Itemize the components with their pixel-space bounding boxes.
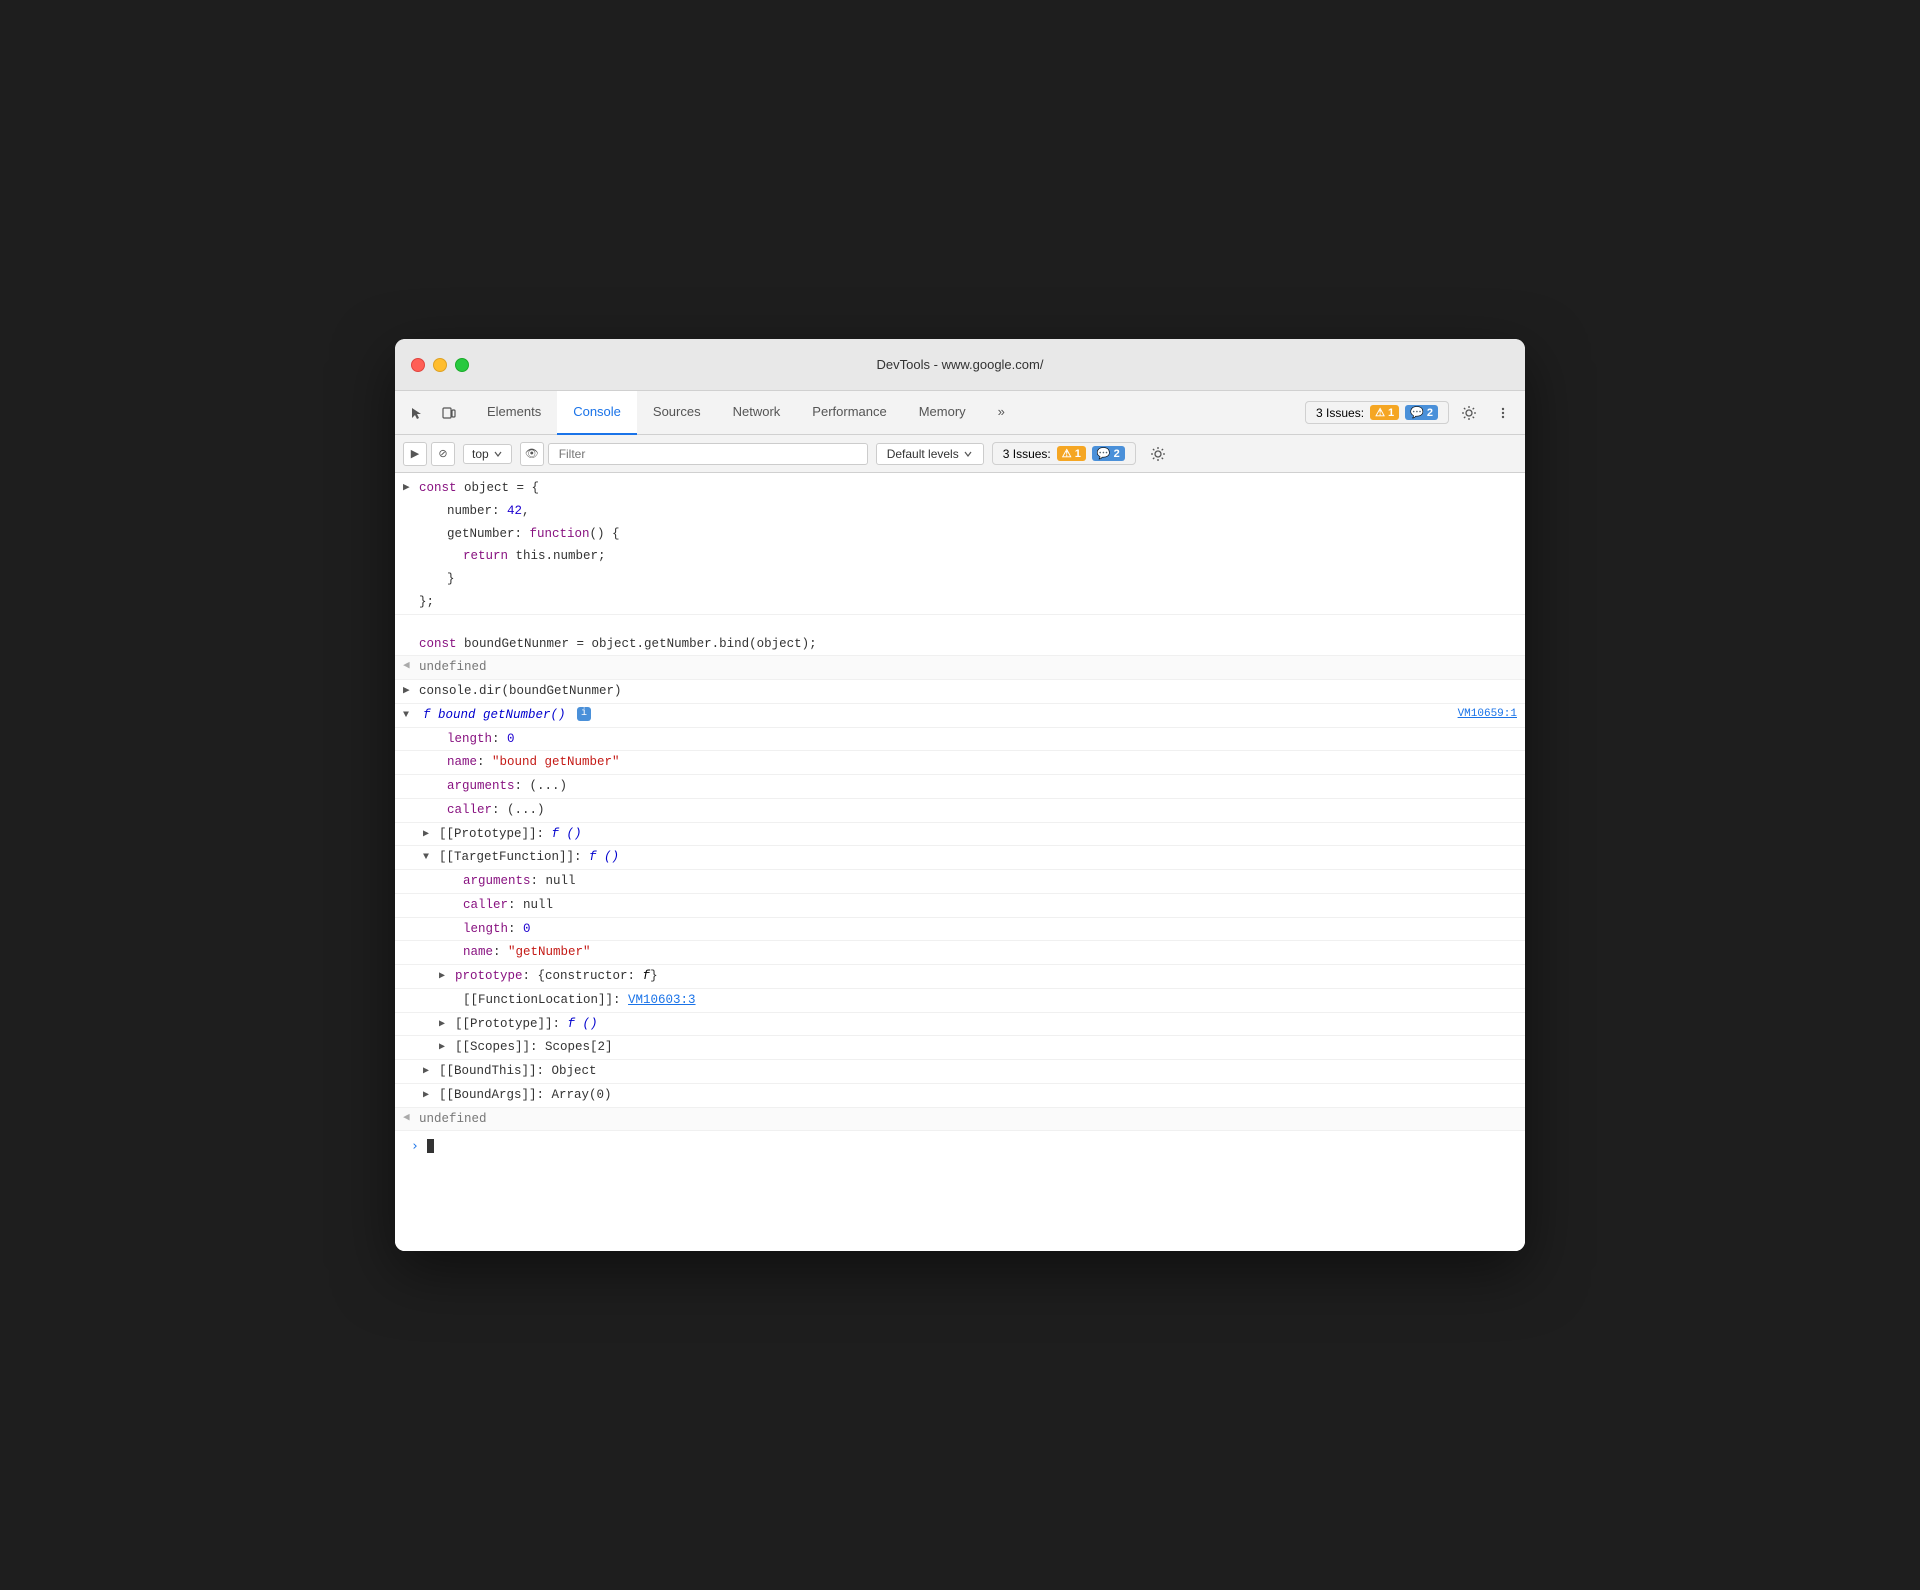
tab-performance[interactable]: Performance [796, 391, 902, 435]
device-icon[interactable] [435, 399, 463, 427]
context-selector[interactable]: top [463, 444, 512, 464]
tab-elements[interactable]: Elements [471, 391, 557, 435]
devtools-body: Elements Console Sources Network Perform… [395, 391, 1525, 1251]
chevron-down-icon [493, 449, 503, 459]
list-item: return this.number; [395, 545, 1525, 568]
traffic-lights [411, 358, 469, 372]
tab-sources[interactable]: Sources [637, 391, 717, 435]
tree-toggle[interactable]: ▼ [403, 708, 409, 723]
minimize-button[interactable] [433, 358, 447, 372]
tab-memory[interactable]: Memory [903, 391, 982, 435]
list-item: ▶ [[Prototype]]: f () [395, 823, 1525, 847]
list-item: [[FunctionLocation]]: VM10603:3 [395, 989, 1525, 1013]
list-item: getNumber: function() { [395, 523, 1525, 546]
warn-badge-toolbar: ⚠ 1 [1057, 446, 1086, 461]
more-options-icon[interactable] [1489, 399, 1517, 427]
list-item: ▶ prototype: {constructor: f} [395, 965, 1525, 989]
list-item: ▶ [[Prototype]]: f () [395, 1013, 1525, 1037]
vm-ref[interactable]: VM10659:1 [1458, 706, 1517, 723]
list-item: arguments: null [395, 870, 1525, 894]
settings-console-icon[interactable] [1144, 440, 1172, 468]
tabs-left-icons [403, 399, 463, 427]
list-item: ▼ [[TargetFunction]]: f () [395, 846, 1525, 870]
console-output[interactable]: ▶ const object = { number: 42, getNumber… [395, 473, 1525, 1251]
list-item: ▶ [[Scopes]]: Scopes[2] [395, 1036, 1525, 1060]
issues-badge[interactable]: 3 Issues: ⚠ 1 💬 2 [1305, 401, 1449, 424]
toolbar-issues-badge[interactable]: 3 Issues: ⚠ 1 💬 2 [992, 442, 1136, 465]
list-item: caller: (...) [395, 799, 1525, 823]
list-item [395, 615, 1525, 633]
list-item: ▼ f bound getNumber() i VM10659:1 [395, 704, 1525, 728]
list-item: const boundGetNunmer = object.getNumber.… [395, 633, 1525, 657]
tab-more[interactable]: » [982, 391, 1021, 435]
vm-location-link[interactable]: VM10603:3 [628, 993, 696, 1007]
tree-toggle[interactable]: ▶ [423, 827, 429, 842]
expand-arrow[interactable]: ▶ [403, 480, 410, 497]
tree-toggle[interactable]: ▶ [439, 969, 445, 984]
list-item: name: "bound getNumber" [395, 751, 1525, 775]
list-item: ▶ const object = { [395, 477, 1525, 500]
tree-toggle[interactable]: ▶ [423, 1064, 429, 1079]
context-label: top [472, 447, 489, 461]
info-badge: 💬 2 [1405, 405, 1438, 420]
list-item: ▶ [[BoundArgs]]: Array(0) [395, 1084, 1525, 1108]
titlebar: DevTools - www.google.com/ [395, 339, 1525, 391]
run-icon[interactable]: ▶ [403, 442, 427, 466]
tree-toggle[interactable]: ▶ [439, 1040, 445, 1055]
info-badge-toolbar: 💬 2 [1092, 446, 1125, 461]
filter-input[interactable] [548, 443, 868, 465]
warn-badge: ⚠ 1 [1370, 405, 1399, 420]
console-input-row: › [395, 1131, 1525, 1161]
info-icon[interactable]: i [577, 707, 591, 721]
tabs-list: Elements Console Sources Network Perform… [471, 391, 1305, 435]
devtools-window: DevTools - www.google.com/ [395, 339, 1525, 1251]
list-item: ◀ undefined [395, 656, 1525, 680]
list-item: arguments: (...) [395, 775, 1525, 799]
list-item: } [395, 568, 1525, 591]
maximize-button[interactable] [455, 358, 469, 372]
list-item: }; [395, 591, 1525, 615]
eye-icon[interactable]: 👁 [520, 442, 544, 466]
console-prompt: › [411, 1137, 419, 1157]
tabs-bar: Elements Console Sources Network Perform… [395, 391, 1525, 435]
clear-icon[interactable]: ⊘ [431, 442, 455, 466]
close-button[interactable] [411, 358, 425, 372]
tabs-right: 3 Issues: ⚠ 1 💬 2 [1305, 399, 1517, 427]
expand-arrow[interactable]: ▶ [403, 683, 410, 700]
list-item: number: 42, [395, 500, 1525, 523]
cursor-icon[interactable] [403, 399, 431, 427]
list-item: length: 0 [395, 918, 1525, 942]
list-item: length: 0 [395, 728, 1525, 752]
tree-toggle[interactable]: ▶ [423, 1088, 429, 1103]
console-cursor [427, 1139, 434, 1153]
window-title: DevTools - www.google.com/ [877, 357, 1044, 372]
tab-network[interactable]: Network [717, 391, 797, 435]
list-item: caller: null [395, 894, 1525, 918]
list-item: ▶ [[BoundThis]]: Object [395, 1060, 1525, 1084]
settings-icon[interactable] [1455, 399, 1483, 427]
levels-dropdown[interactable]: Default levels [876, 443, 984, 465]
tab-console[interactable]: Console [557, 391, 637, 435]
list-item: ◀ undefined [395, 1108, 1525, 1132]
issues-label-toolbar: 3 Issues: [1003, 447, 1051, 461]
tree-toggle[interactable]: ▼ [423, 850, 429, 865]
console-toolbar: ▶ ⊘ top 👁 Default levels 3 Issues: ⚠ 1 💬… [395, 435, 1525, 473]
tree-toggle[interactable]: ▶ [439, 1017, 445, 1032]
list-item: ▶ console.dir(boundGetNunmer) [395, 680, 1525, 704]
issues-label: 3 Issues: [1316, 406, 1364, 420]
chevron-down-icon [963, 449, 973, 459]
list-item: name: "getNumber" [395, 941, 1525, 965]
